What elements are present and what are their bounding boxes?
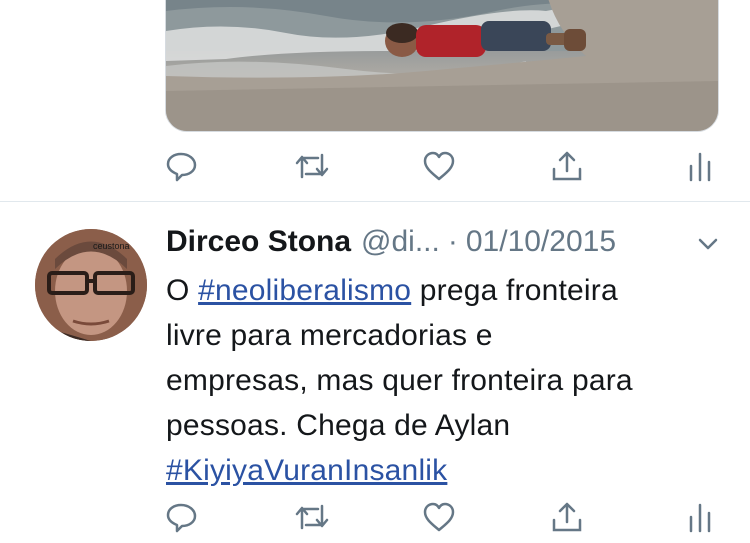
retweet-icon[interactable] — [292, 146, 332, 186]
avatar[interactable]: ceustona — [35, 229, 147, 341]
previous-tweet-actions — [165, 146, 717, 186]
chevron-down-icon[interactable] — [694, 230, 722, 258]
tweet-date[interactable]: 01/10/2015 — [466, 225, 616, 259]
tweet-text: O #neoliberalismo prega fronteira livre … — [166, 268, 736, 493]
hashtag-link[interactable]: #neoliberalismo — [198, 274, 411, 307]
analytics-icon[interactable] — [680, 497, 720, 537]
share-icon[interactable] — [547, 497, 587, 537]
share-icon[interactable] — [547, 146, 587, 186]
text-fragment: prega fronteira — [411, 274, 618, 307]
reply-icon[interactable] — [162, 497, 202, 537]
tweet-text-line: empresas, mas quer fronteira para — [166, 364, 633, 397]
analytics-icon[interactable] — [680, 146, 720, 186]
tweet-divider — [0, 201, 750, 202]
reply-icon[interactable] — [162, 146, 202, 186]
tweet-text-line: O #neoliberalismo prega fronteira — [166, 268, 736, 313]
retweet-icon[interactable] — [292, 497, 332, 537]
like-icon[interactable] — [419, 497, 459, 537]
text-prefix: O — [166, 274, 199, 307]
hashtag-link[interactable]: #KiyiyaVuranInsanlik — [166, 454, 447, 487]
tweet-text-line: #KiyiyaVuranInsanlik — [166, 448, 736, 493]
tweet-text-line: livre para mercadorias e — [166, 319, 493, 352]
tweet-actions — [165, 497, 717, 537]
tweet-media-image[interactable] — [165, 0, 719, 132]
like-icon[interactable] — [419, 146, 459, 186]
avatar-text: ceustona — [93, 241, 130, 251]
tweet-header: Dirceo Stona @di... · 01/10/2015 — [166, 222, 726, 262]
tweet-text-line: pessoas. Chega de Aylan — [166, 409, 511, 442]
author-handle[interactable]: @di... — [361, 225, 440, 259]
author-name[interactable]: Dirceo Stona — [166, 225, 351, 259]
header-separator: · — [447, 225, 458, 258]
